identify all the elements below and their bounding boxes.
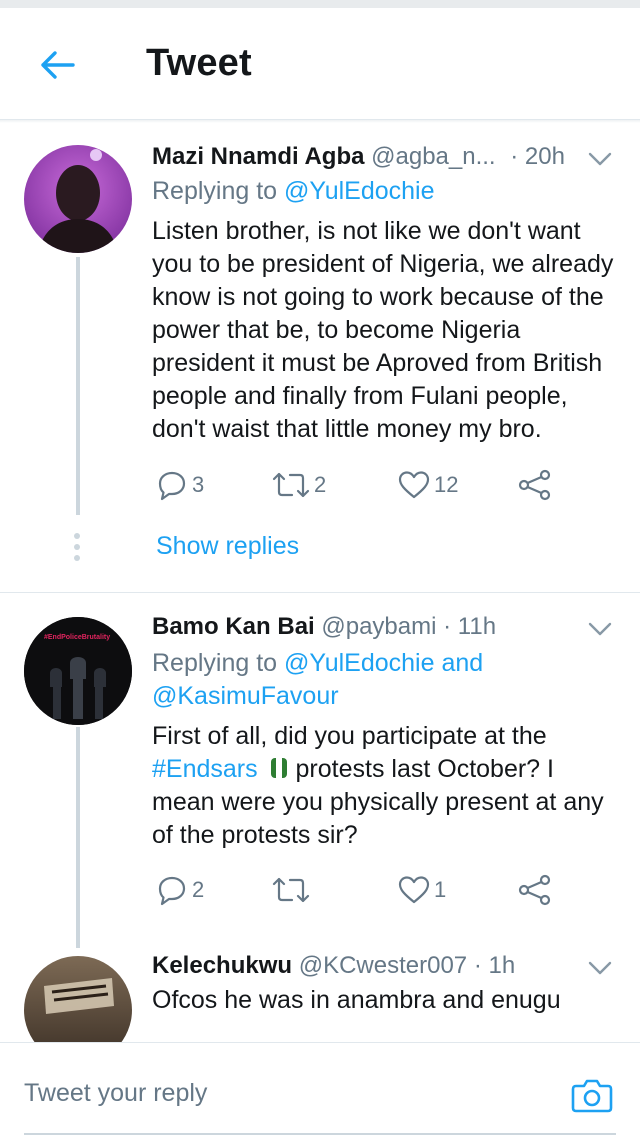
avatar-slogan: #EndPoliceBrutality [44,634,110,641]
action-bar: 2 1 [152,870,572,910]
retweet-button[interactable]: 2 [272,465,326,505]
back-button[interactable] [30,38,84,92]
avatar[interactable] [24,145,132,253]
tweet-text: Listen brother, is not like we don't wan… [152,217,614,443]
reply-icon [158,471,186,501]
heart-icon [398,471,430,499]
share-button[interactable] [518,465,552,505]
chevron-down-icon[interactable] [586,954,614,982]
mention-link[interactable]: @YulEdochie and [284,649,483,677]
action-bar: 3 2 12 [152,465,572,505]
tweet-1[interactable]: Mazi Nnamdi Agba @agba_n... · 20h Replyi… [0,123,640,593]
tweet-meta: Kelechukwu @KCwester007 · 1h [152,952,620,986]
fist-logo-image: #EndPoliceBrutality [24,617,132,725]
retweet-icon [272,472,310,498]
reply-bar: Tweet your reply [0,1042,640,1137]
avatar[interactable]: #EndPoliceBrutality [24,617,132,725]
retweet-button[interactable] [272,870,314,910]
replying-prefix: Replying to [152,177,285,205]
tweet-time: · 20h [510,143,565,170]
mention-link[interactable]: @YulEdochie [284,177,434,205]
share-button[interactable] [518,870,552,910]
replying-to: Replying to @YulEdochie [152,175,610,208]
chevron-down-icon[interactable] [586,615,614,643]
replying-prefix: Replying to [152,649,285,677]
avatar-photo-image [24,956,132,1042]
like-count: 12 [434,472,459,497]
hashtag-link[interactable]: #Endsars [152,755,258,783]
camera-icon[interactable] [570,1073,614,1117]
author-name[interactable]: Kelechukwu [152,952,292,979]
show-replies-link[interactable]: Show replies [156,532,299,561]
thread-line [76,727,80,948]
reply-icon [158,876,186,906]
reply-count: 3 [192,472,205,497]
tweet-time: · 11h [443,613,497,640]
thread-dots [74,533,80,561]
thread-line [76,257,80,515]
like-count: 1 [434,877,447,902]
replying-to: Replying to @YulEdochie and @KasimuFavou… [152,647,610,713]
avatar-photo-image [24,145,132,253]
author-name[interactable]: Bamo Kan Bai [152,613,315,640]
heart-icon [398,876,430,904]
arrow-left-icon [41,51,75,79]
mention-link-2[interactable]: @KasimuFavour [152,682,339,710]
author-name[interactable]: Mazi Nnamdi Agba [152,143,364,170]
tweet-text: First of all, did you participate at the… [152,720,620,852]
tweet-text-part-1: First of all, did you participate at the [152,722,547,750]
reply-button[interactable]: 3 [156,465,204,505]
status-strip [0,0,640,8]
share-icon [518,469,551,501]
author-handle[interactable]: @agba_n... [371,143,495,170]
author-handle[interactable]: @paybami [321,613,436,640]
chevron-down-icon[interactable] [586,145,614,173]
like-button[interactable]: 1 [398,870,446,910]
fist-emoji-icon [270,758,287,778]
reply-count: 2 [192,877,205,902]
top-bar: Tweet [0,8,640,120]
share-icon [518,874,551,906]
tweet-2[interactable]: #EndPoliceBrutality Bamo Kan Bai @paybam… [0,593,640,948]
like-button[interactable]: 12 [398,465,458,505]
reply-input[interactable]: Tweet your reply [24,1079,207,1108]
avatar[interactable] [24,956,132,1042]
reply-button[interactable]: 2 [156,870,204,910]
tweet-text: Ofcos he was in anambra and enugu [152,986,561,1014]
tweet-meta: Mazi Nnamdi Agba @agba_n... · 20h [152,143,620,177]
page-title: Tweet [146,42,252,84]
author-handle[interactable]: @KCwester007 [299,952,467,979]
tweet-3[interactable]: Kelechukwu @KCwester007 · 1h Ofcos he wa… [0,948,640,1042]
tweet-meta: Bamo Kan Bai @paybami · 11h [152,613,620,647]
retweet-icon [272,877,310,903]
retweet-count: 2 [314,472,327,497]
tweet-time: · 1h [473,952,516,979]
reply-underline [24,1133,616,1135]
